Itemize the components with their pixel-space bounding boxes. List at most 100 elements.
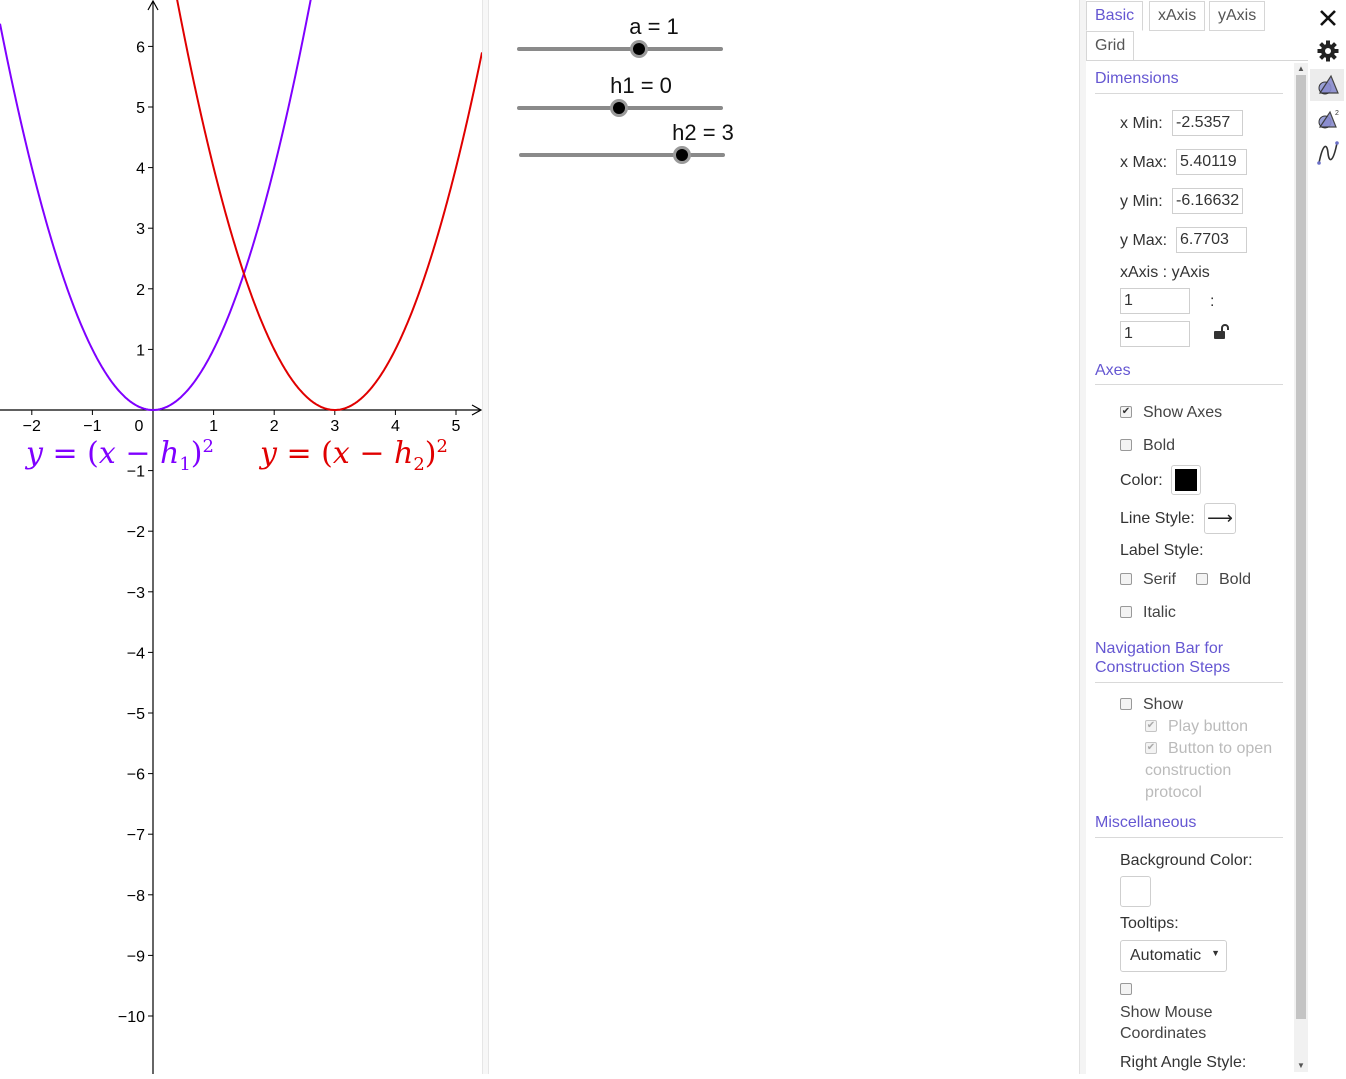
x-tick-label: −1 [83,418,101,435]
axis-color-button[interactable] [1171,465,1201,495]
graphics-view-2[interactable]: a = 1 h1 = 0 h2 = 3 [489,0,1079,1074]
y-tick-label: 6 [136,39,145,56]
ymin-input[interactable] [1172,188,1243,214]
bold-checkbox[interactable] [1120,439,1132,451]
open-protocol-checkbox: ✔ [1145,742,1157,754]
tab-yaxis[interactable]: yAxis [1209,1,1266,31]
x-tick-label: 0 [135,418,144,435]
graphics-view-2-icon[interactable]: 2 [1316,107,1340,131]
background-color-label: Background Color: [1120,852,1253,869]
xmin-input[interactable] [1172,110,1243,136]
y-tick-label: −2 [127,524,145,541]
y-tick-label: 3 [136,221,145,238]
slider-a-handle[interactable] [630,40,648,58]
xmin-label: x Min: [1120,115,1163,132]
sliders-canvas: a = 1 h1 = 0 h2 = 3 [517,14,734,164]
slider-h1-label: h1 = 0 [610,73,672,98]
section-divider [1095,93,1283,94]
properties-panel: Basic xAxis yAxis Grid Dimensions x Min:… [1086,0,1308,1074]
x-tick-label: 4 [391,418,400,435]
label-g-close: ) [424,436,437,471]
nav-show-checkbox[interactable] [1120,698,1132,710]
svg-text:2: 2 [1335,110,1339,117]
y-tick-label: −9 [127,948,145,965]
label-g-sup: 2 [436,436,448,457]
label-f-y: y [26,436,43,471]
label-g-sub: 2 [413,454,425,475]
section-misc-title: Miscellaneous [1095,814,1197,831]
graphics-view-icon[interactable] [1316,73,1340,97]
label-g-minus: − [349,436,395,471]
y-tick-label: −3 [127,585,145,602]
play-button-checkbox: ✔ [1145,720,1157,732]
dropdown-caret-icon: ▼ [1211,948,1220,958]
label-g-x: x [332,436,350,471]
show-axes-label[interactable]: Show Axes [1143,404,1222,422]
show-axes-checkbox[interactable]: ✔ [1120,406,1132,418]
bold-label[interactable]: Bold [1143,437,1175,455]
ymax-label: y Max: [1120,232,1168,249]
properties-scroll-area[interactable]: Dimensions x Min: x Max: y Min: y Max: x… [1086,61,1308,1074]
coordinate-plane[interactable]: −2 −1 0 1 2 3 4 5654321−1−2−3−4−5−6−7−8−9−10 [0,0,483,1074]
slider-h2-handle[interactable] [673,146,691,164]
ymin-label: y Min: [1120,193,1163,210]
tab-grid[interactable]: Grid [1086,31,1135,61]
slider-h2-track[interactable] [519,153,725,157]
slider-h2-label: h2 = 3 [672,120,734,145]
serif-label[interactable]: Serif [1143,571,1176,589]
scrollbar-thumb[interactable] [1296,75,1306,1019]
x-tick-label: 3 [330,418,339,435]
axis-color-label: Color: [1120,472,1163,489]
section-divider [1095,837,1283,838]
line-style-arrow-icon[interactable]: ⟶ [1204,503,1236,534]
italic-checkbox[interactable] [1120,606,1132,618]
ratio-y-input[interactable] [1120,321,1190,347]
serif-checkbox[interactable] [1120,573,1132,585]
algebra-curve-icon[interactable] [1316,141,1340,165]
unlock-icon[interactable] [1212,323,1230,341]
nav-show-label[interactable]: Show [1143,696,1183,714]
section-axes-title: Axes [1095,362,1131,379]
x-tick-label: 1 [209,418,218,435]
section-dimensions-title: Dimensions [1095,70,1179,87]
label-f-minus: − [115,436,161,471]
scroll-up-icon[interactable]: ▲ [1297,64,1305,73]
scroll-down-icon[interactable]: ▼ [1297,1061,1305,1070]
function-label-f[interactable]: y = (x − h1)2 [26,436,214,475]
ymax-input[interactable] [1176,227,1247,253]
show-mouse-coords-checkbox[interactable] [1120,983,1132,995]
right-angle-style-label: Right Angle Style: [1120,1054,1247,1071]
graphics-view[interactable]: −2 −1 0 1 2 3 4 5 6 5 4 3 2 1 −1 −2 −3 −4 −5 −6 −7 −8 −9 −10 y … [0,0,483,1074]
tab-xaxis[interactable]: xAxis [1149,1,1206,31]
label-bold-checkbox[interactable] [1196,573,1208,585]
open-protocol-label-1: Button to open [1168,740,1273,757]
properties-scrollbar[interactable]: ▲ ▼ [1294,63,1308,1072]
axis-color-swatch [1175,469,1197,491]
close-icon[interactable] [1316,6,1340,30]
line-style-label: Line Style: [1120,510,1195,527]
label-style-label: Label Style: [1120,542,1204,559]
background-color-button[interactable] [1120,876,1151,907]
label-f-sub: 1 [179,454,191,475]
show-mouse-label-1[interactable]: Show Mouse [1120,1004,1213,1022]
ratio-x-input[interactable] [1120,288,1190,314]
italic-label[interactable]: Italic [1143,604,1176,622]
label-g-y: y [260,436,277,471]
section-divider [1095,682,1283,683]
y-tick-label: −5 [127,706,145,723]
y-tick-label: −8 [127,888,145,905]
settings-gear-icon[interactable] [1316,39,1340,63]
y-tick-label: −4 [127,645,145,662]
show-mouse-label-2[interactable]: Coordinates [1120,1025,1206,1043]
view-switcher-rail: 2 [1308,0,1346,1074]
function-label-g[interactable]: y = (x − h2)2 [260,436,448,475]
label-bold-label[interactable]: Bold [1219,571,1251,589]
tab-basic[interactable]: Basic [1086,1,1144,31]
tooltips-label: Tooltips: [1120,915,1179,932]
slider-a-track[interactable] [517,47,723,51]
slider-h1-handle[interactable] [610,99,628,117]
y-tick-label: −10 [118,1009,145,1026]
view-divider[interactable] [482,0,489,1074]
tooltips-dropdown[interactable]: Automatic ▼ [1120,940,1227,972]
xmax-input[interactable] [1176,149,1247,175]
